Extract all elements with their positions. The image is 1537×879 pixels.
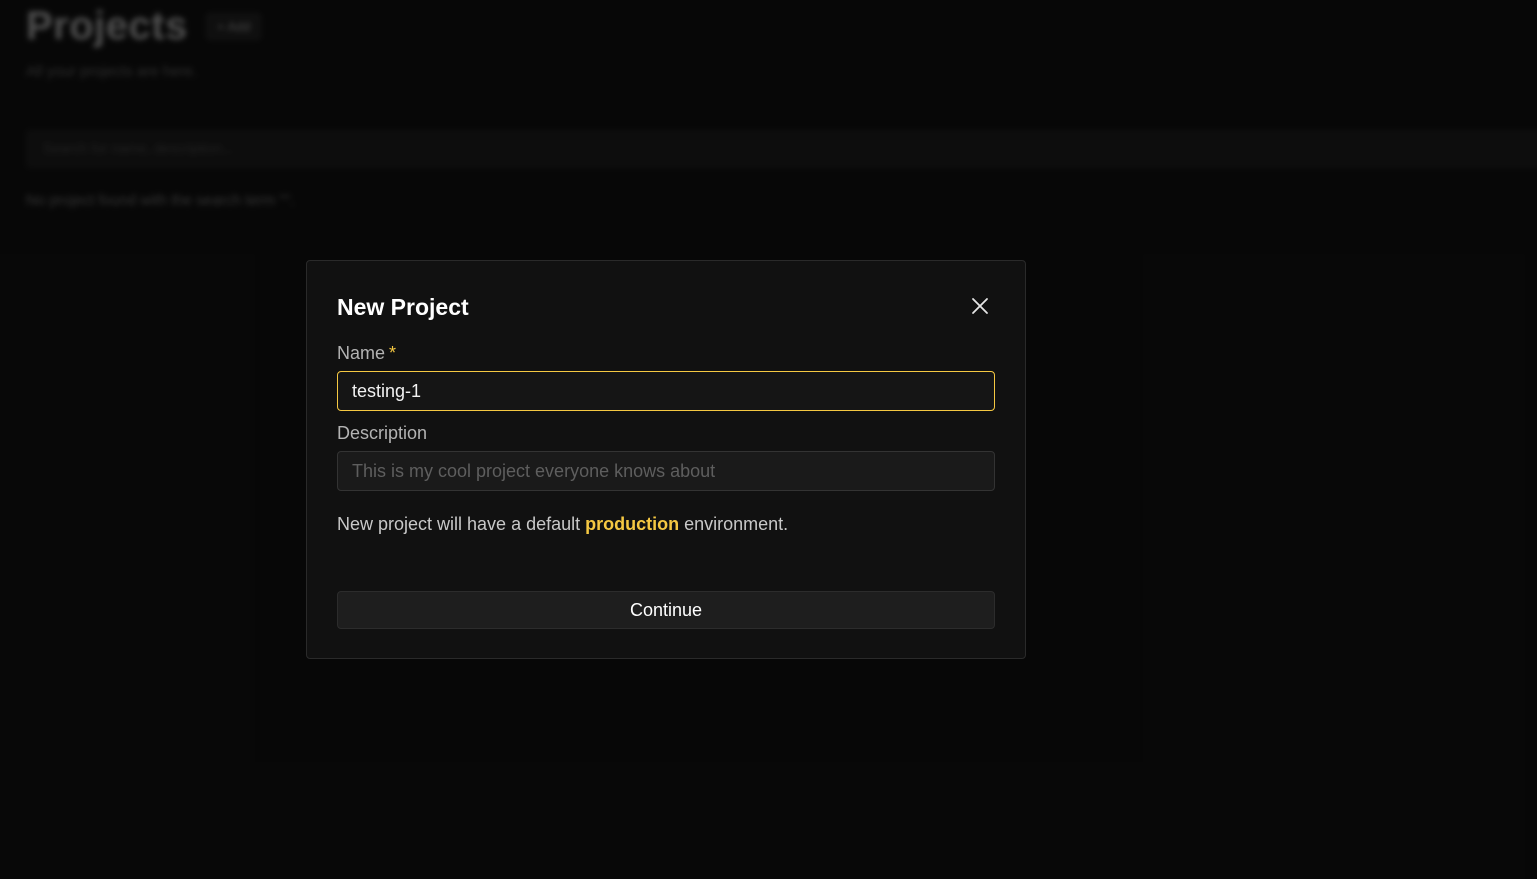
environment-name: production xyxy=(585,514,680,534)
environment-info: New project will have a default producti… xyxy=(337,514,788,535)
description-input[interactable] xyxy=(337,451,995,491)
close-button[interactable] xyxy=(969,295,991,317)
name-label-text: Name xyxy=(337,343,386,363)
name-input[interactable] xyxy=(337,371,995,411)
close-icon xyxy=(969,295,991,317)
dialog-title: New Project xyxy=(337,294,469,320)
info-prefix: New project will have a default xyxy=(337,514,586,534)
continue-button[interactable]: Continue xyxy=(337,591,995,629)
new-project-dialog: New Project Name* Description New projec… xyxy=(306,260,1026,659)
info-suffix: environment. xyxy=(679,514,789,534)
required-marker: * xyxy=(389,343,397,363)
description-label: Description xyxy=(337,423,428,443)
name-label: Name * xyxy=(337,343,396,364)
